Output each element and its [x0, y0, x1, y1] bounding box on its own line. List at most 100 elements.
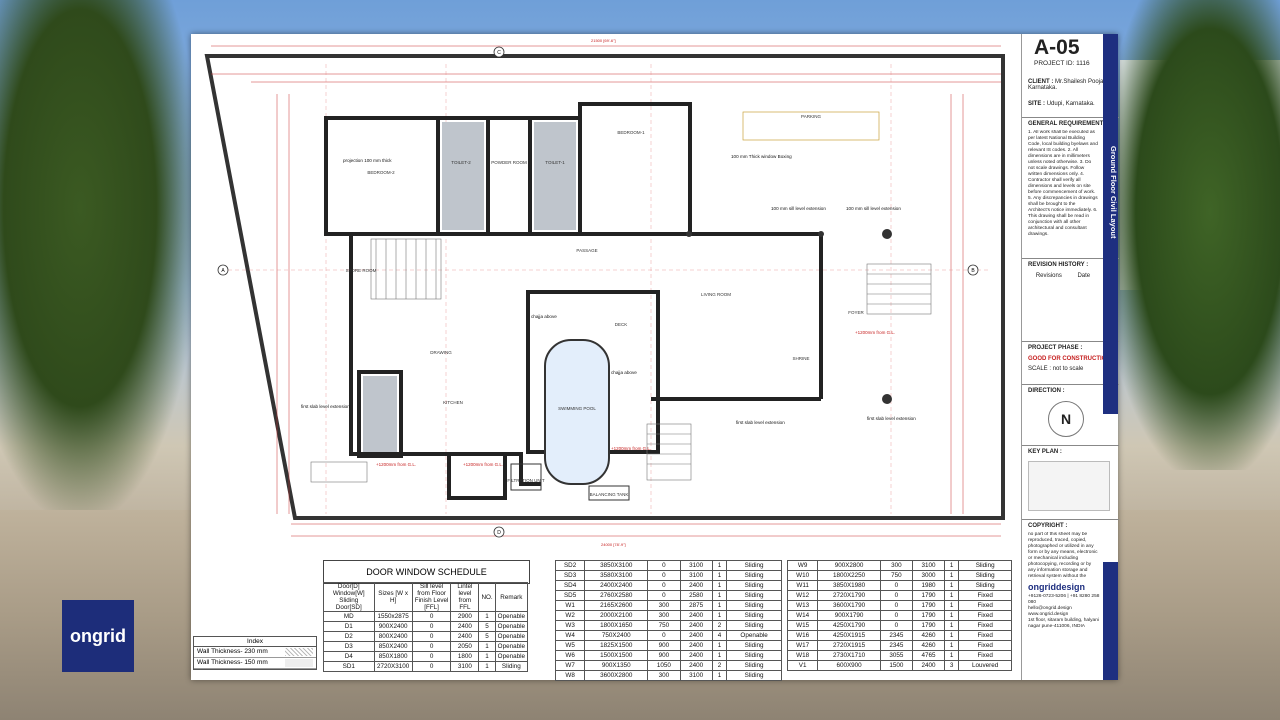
schedule-cell: 1800 [450, 651, 480, 662]
schedule-row: D2 800X2400 0 2400 5 Openable [323, 631, 529, 642]
schedule-cell: 2400X2400 [584, 580, 649, 591]
schedule-cell: SD1 [323, 661, 375, 672]
schedule-header: Sizes [W x H] [373, 582, 413, 612]
overall-width-bottom: 24000 [78'-9"] [601, 542, 626, 547]
room-bedroom-2: BEDROOM-2 [367, 170, 395, 175]
index-row-230: Wall Thickness- 230 mm [194, 647, 316, 658]
schedule-cell: 2050 [450, 641, 480, 652]
schedule-cell: Sliding [726, 590, 782, 601]
schedule-cell: SD3 [554, 570, 586, 581]
schedule-cell: 1790 [911, 620, 945, 631]
schedule-header: Remark [494, 582, 529, 612]
schedule-cell: 1 [943, 570, 960, 581]
schedule-cell: 1790 [911, 610, 945, 621]
schedule-row: W15 4250X1790 0 1790 1 Fixed [786, 620, 1012, 631]
note-projection: projection 100 mm thick [343, 158, 392, 163]
schedule-cell: 2400 [679, 610, 713, 621]
schedule-cell: 2345 [879, 640, 913, 651]
schedule-cell: 0 [647, 580, 681, 591]
schedule-row: W10 1800X2250 750 3000 1 Sliding [786, 570, 1012, 581]
schedule-row: W13 3600X1790 0 1790 1 Fixed [786, 600, 1012, 611]
schedule-header: Sill level from Floor Finish Level [FFL] [411, 582, 452, 612]
schedule-cell: 1 [943, 600, 960, 611]
schedule-cell: 1 [943, 620, 960, 631]
schedule-cell: Sliding [726, 620, 782, 631]
note-sill-ext-2: 100 mm sill level extension [846, 206, 901, 211]
firm-address: 1st floor, sitaram building, halyani nag… [1028, 618, 1099, 629]
schedule-cell: 1980 [911, 580, 945, 591]
schedule-cell: Sliding [726, 610, 782, 621]
schedule-cell: 1050 [647, 660, 681, 671]
schedule-cell: Fixed [958, 590, 1012, 601]
schedule-row: W14 900X1790 0 1790 1 Fixed [786, 610, 1012, 621]
schedule-cell: W14 [786, 610, 819, 621]
room-store: STORE ROOM [346, 268, 377, 273]
schedule-cell: D2 [323, 631, 375, 642]
schedule-cell: 4 [711, 630, 728, 641]
schedule-cell: 1825X1500 [584, 640, 649, 651]
schedule-cell: W7 [554, 660, 586, 671]
direction-label: DIRECTION : [1028, 388, 1065, 394]
schedule-cell: 800X2400 [373, 631, 413, 642]
schedule-cell: 3600X1790 [817, 600, 881, 611]
schedule-cell: 4260 [911, 630, 945, 641]
schedule-cell: Openable [494, 621, 529, 632]
room-shrine: SHRINE [792, 356, 809, 361]
phase-label: PROJECT PHASE : [1028, 345, 1083, 351]
room-deck: DECK [615, 322, 628, 327]
schedule-row: W16 4250X1915 2345 4260 1 Fixed [786, 630, 1012, 641]
schedule-cell: W11 [786, 580, 819, 591]
schedule-cell: W3 [554, 620, 586, 631]
schedule-cell: Sliding [726, 580, 782, 591]
note-chajja-1: chajja above [531, 314, 557, 319]
schedule-cell: 900 [647, 650, 681, 661]
schedule-cell: Louvered [958, 660, 1012, 671]
schedule-cell: 2400 [679, 630, 713, 641]
schedule-cell: 600X900 [817, 660, 881, 671]
schedule-cell: 1550x2875 [373, 611, 413, 622]
room-toilet-1: TOILET-1 [545, 160, 565, 165]
label-balancing: BALANCING TANK [590, 492, 629, 497]
schedule-cell: D1 [323, 621, 375, 632]
schedule-cell: Sliding [726, 660, 782, 671]
schedule-header: NO. [478, 582, 496, 612]
schedule-cell: 0 [411, 631, 452, 642]
schedule-cell: 1800X1650 [584, 620, 649, 631]
schedule-cell: Sliding [726, 670, 782, 681]
schedule-cell: Openable [494, 641, 529, 652]
general-req-title: GENERAL REQUIREMENTS : [1028, 121, 1111, 127]
schedule-cell: Fixed [958, 600, 1012, 611]
drawing-sheet: A B C D BEDROOM-2 TOILET-2 POWDER ROOM T… [191, 34, 1119, 681]
schedule-row: W12 2720X1790 0 1790 1 Fixed [786, 590, 1012, 601]
schedule-cell: 5 [478, 631, 496, 642]
schedule-row: W5 1825X1500 900 2400 1 Sliding [554, 640, 782, 651]
note-first-slab-2: first slab level extension [736, 420, 785, 425]
grid-label-c: C [497, 50, 501, 56]
schedule-cell: 900X2800 [817, 560, 881, 571]
schedule-cell: 2 [711, 660, 728, 671]
schedule-row: SD4 2400X2400 0 2400 1 Sliding [554, 580, 782, 591]
schedule-cell: W16 [786, 630, 819, 641]
schedule-cell: 2400 [911, 660, 945, 671]
schedule-cell: 0 [411, 661, 452, 672]
schedule-cell: 2400 [679, 640, 713, 651]
schedule-cell: 3100 [679, 570, 713, 581]
schedule-cell: 900X1790 [817, 610, 881, 621]
schedule-cell: 1 [478, 611, 496, 622]
schedule-row: W17 2720X1915 2345 4260 1 Fixed [786, 640, 1012, 651]
schedule-row: W11 3850X1980 0 1980 1 Sliding [786, 580, 1012, 591]
schedule-cell: W9 [786, 560, 819, 571]
overall-width-top: 21500 [69'-6"] [591, 38, 616, 43]
schedule-cell: 1 [943, 590, 960, 601]
schedule-cell: 1 [943, 560, 960, 571]
schedule-row: W7 900X1350 1050 2400 2 Sliding [554, 660, 782, 671]
schedule-cell: 2400 [679, 620, 713, 631]
schedule-cell: 1 [943, 650, 960, 661]
schedule-row: W4 750X2400 0 2400 4 Openable [554, 630, 782, 641]
brand-logo: ongrid [62, 600, 134, 672]
level-mark-4: +1200mm from G.L. [855, 330, 895, 335]
schedule-cell: Fixed [958, 620, 1012, 631]
schedule-title: DOOR WINDOW SCHEDULE [323, 560, 530, 584]
schedule-cell: 5 [478, 621, 496, 632]
schedule-cell: 2760X2580 [584, 590, 649, 601]
